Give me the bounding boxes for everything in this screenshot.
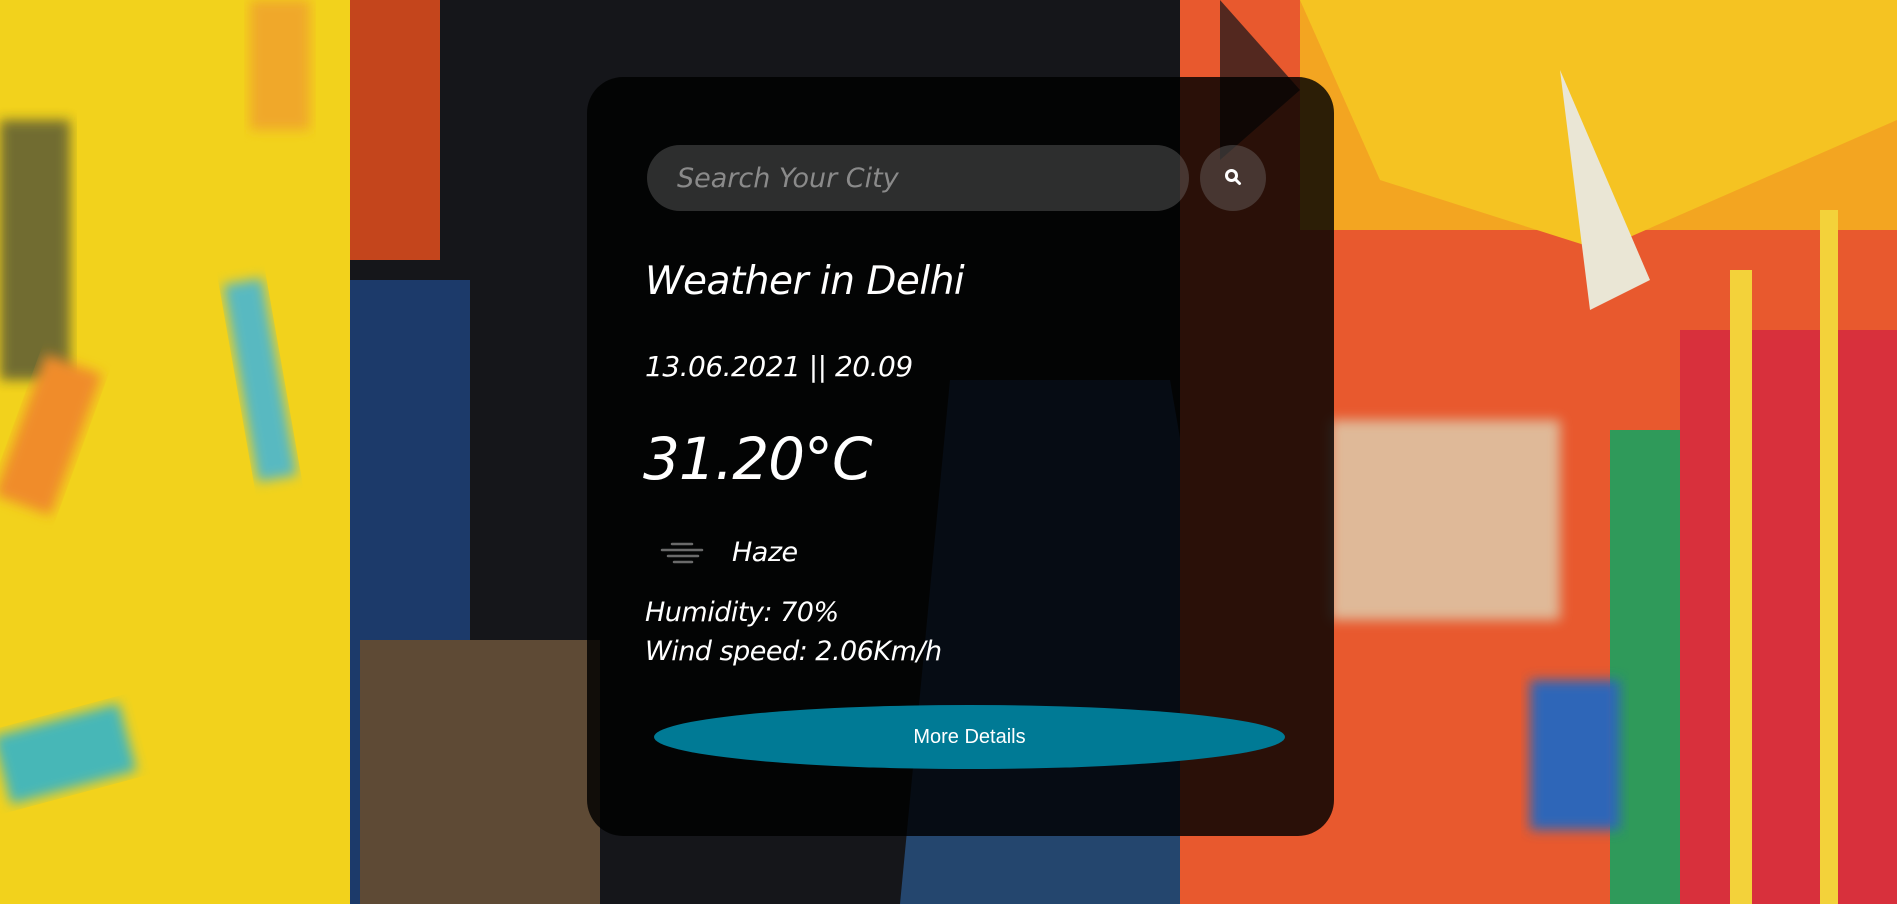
search-button[interactable] xyxy=(1200,145,1266,211)
wind-speed: Wind speed: 2.06Km/h xyxy=(645,636,942,667)
weather-condition: Haze xyxy=(732,537,798,568)
search-icon xyxy=(1224,168,1242,189)
more-details-button[interactable]: More Details xyxy=(654,705,1285,769)
weather-card: Weather in Delhi 13.06.2021 || 20.09 31.… xyxy=(587,77,1334,836)
haze-icon xyxy=(658,539,706,569)
temperature: 31.20°C xyxy=(643,425,873,493)
search-bar xyxy=(647,145,1287,211)
humidity: Humidity: 70% xyxy=(645,597,839,628)
weather-title: Weather in Delhi xyxy=(645,259,965,304)
search-input[interactable] xyxy=(647,145,1189,211)
date-time: 13.06.2021 || 20.09 xyxy=(645,350,913,383)
